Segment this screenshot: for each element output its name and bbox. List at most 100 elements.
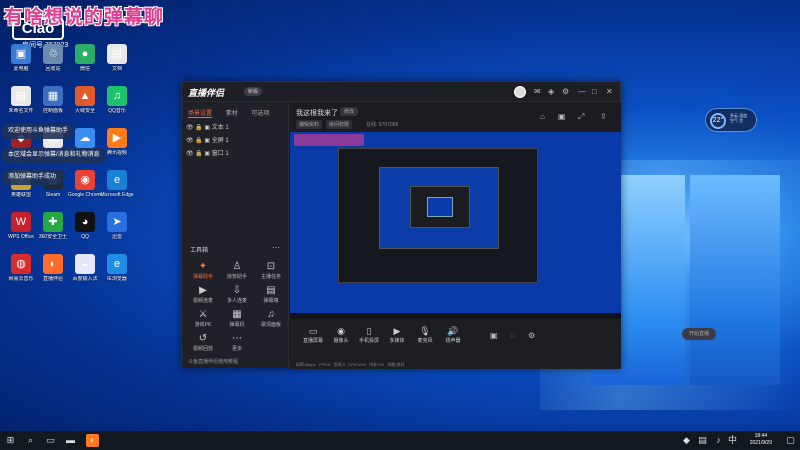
file-explorer-icon[interactable]: ▬: [64, 434, 77, 447]
toolbox-item[interactable]: ▤ 弹幕墙: [256, 284, 286, 304]
profile-badge[interactable]: 编辑资料: [296, 120, 323, 129]
button-label: 直播屏幕: [302, 338, 323, 344]
network-icon[interactable]: ▤: [696, 434, 709, 447]
desktop-icon[interactable]: ♲ 回收站: [36, 44, 70, 86]
desktop-icon[interactable]: ▤ 未命名文件: [4, 86, 38, 128]
tutorial-link[interactable]: 斗鱼直播伴侣使用教程: [188, 358, 238, 365]
desktop-icon[interactable]: e Microsoft Edge: [100, 170, 134, 212]
weather-widget[interactable]: 22° 多云 湿度 空气 良: [705, 108, 757, 132]
gift-icon[interactable]: ⌂: [540, 112, 545, 121]
app-glyph-icon: ▤: [11, 86, 31, 106]
share-icon[interactable]: ⇪: [600, 112, 607, 121]
desktop-icon-label: 回收站: [45, 66, 61, 72]
system-clock[interactable]: 18:44 2021/9/29: [750, 433, 772, 447]
start-live-button[interactable]: 开始直播: [682, 328, 716, 340]
app-glyph-icon: e: [107, 170, 127, 190]
live-companion-window: 直播伴侣 新版 ✉ ◈ ⚙ — □ ✕ 场景设置 素材 可选项 👁 🔒 ▣ 文本…: [181, 81, 716, 369]
nested-window-level-1: [338, 148, 538, 283]
edit-title-button[interactable]: 修改: [340, 107, 359, 116]
expand-icon[interactable]: ⤢: [578, 112, 584, 122]
maximize-icon[interactable]: □: [592, 87, 597, 96]
desktop-icon-label: 微信: [79, 66, 90, 72]
media-button[interactable]: ▶ 多媒体: [384, 325, 410, 344]
online-count: 在线: 9767058: [366, 122, 399, 128]
play-icon: ▶: [393, 326, 401, 336]
app-glyph-icon: ☁: [75, 128, 95, 148]
toolbox-item[interactable]: ↺ 视频回放: [188, 332, 218, 352]
toolbox-item[interactable]: ⇩ 多人连麦: [222, 284, 252, 304]
desktop-icon[interactable]: ▶ 腾讯视频: [100, 128, 134, 170]
version-badge[interactable]: 新版: [244, 87, 263, 96]
tab-material[interactable]: 素材: [226, 111, 238, 117]
nested-window-level-2: [379, 167, 499, 249]
desktop-icon[interactable]: ▣ 此电脑: [4, 44, 38, 86]
microphone-icon: 🎙: [419, 326, 431, 336]
speaker-button[interactable]: 🔊 扬声器: [440, 325, 466, 344]
stream-preview[interactable]: [290, 132, 621, 319]
desktop-icon[interactable]: ♫ QQ音乐: [100, 86, 134, 128]
gear-icon[interactable]: ⚙: [528, 331, 535, 340]
toolbox-item[interactable]: ♫ 歌词面板: [256, 308, 286, 328]
desktop-icon-label: Microsoft Edge: [100, 192, 134, 198]
tool-icon: ⚔: [198, 309, 208, 320]
desktop-icon[interactable]: ✚ 360安全卫士: [36, 212, 70, 254]
desktop-icon[interactable]: ◕ QQ: [68, 212, 102, 254]
cpu-status: CPU:12%: [348, 362, 366, 367]
desktop-icon[interactable]: ● 微信: [68, 44, 102, 86]
source-item[interactable]: 👁 🔒 ▣ 全屏 1: [186, 135, 229, 144]
camera-button[interactable]: ◉ 摄像头: [328, 325, 354, 344]
source-item[interactable]: 👁 🔒 ▣ 窗口 1: [186, 148, 229, 157]
tool-label: 视频连麦: [192, 298, 213, 304]
desktop-icon[interactable]: ◉ Google Chrome: [68, 170, 102, 212]
source-item[interactable]: 👁 🔒 ▣ 文本 1: [186, 122, 229, 131]
lock-icon[interactable]: ▣: [558, 112, 566, 121]
speaker-icon: 🔊: [447, 326, 459, 336]
desktop-icon-label: 英雄联盟: [10, 192, 31, 198]
settings-icon[interactable]: ⚙: [562, 87, 569, 96]
toolbox-item[interactable]: ▶ 视频连麦: [188, 284, 218, 304]
search-icon[interactable]: ⌕: [24, 434, 37, 447]
close-icon[interactable]: ✕: [606, 87, 613, 96]
toolbox-item[interactable]: ⊡ 主播任务: [256, 260, 286, 280]
button-label: 扬声器: [445, 338, 461, 344]
phone-cast-button[interactable]: ▯ 手机投屏: [356, 325, 382, 344]
status-bar: 码率:0kbps FPS:0 丢帧:0 CPU:12% 内存:2% 网络:良好: [290, 361, 621, 369]
button-label: 麦克风: [417, 338, 433, 344]
tab-scene[interactable]: 场景设置: [188, 111, 213, 118]
toolbox-item[interactable]: ⋯ 更多: [222, 332, 252, 352]
toolbox-item[interactable]: ▦ 弹幕机: [222, 308, 252, 328]
permission-badge[interactable]: 房间权限: [326, 120, 353, 129]
windows-start-icon[interactable]: ⊞: [4, 434, 17, 447]
volume-icon[interactable]: ♪: [712, 434, 725, 447]
desktop-icon[interactable]: ◒ 百度输入法: [68, 254, 102, 296]
user-avatar[interactable]: [514, 86, 526, 98]
desktop-icon[interactable]: ▲ 火绒安全: [68, 86, 102, 128]
ime-icon[interactable]: 中: [726, 434, 739, 447]
record-icon[interactable]: ▣: [490, 331, 498, 340]
minimize-icon[interactable]: —: [578, 87, 586, 96]
notification-icon[interactable]: ▢: [784, 434, 797, 447]
toolbox-item[interactable]: ⚔ 游戏PK: [188, 308, 218, 328]
button-label: 手机投屏: [358, 338, 379, 344]
shield-icon[interactable]: ◆: [680, 434, 693, 447]
desktop-icon[interactable]: W WPS Office: [4, 212, 38, 254]
desktop-icon[interactable]: ◍ 网易云音乐: [4, 254, 38, 296]
toolbox-item[interactable]: ♙ 房管助手: [222, 260, 252, 280]
desktop-icon[interactable]: ▤ 文档: [100, 44, 134, 86]
app-glyph-icon: ▶: [107, 128, 127, 148]
desktop-icon[interactable]: ➤ 迅雷: [100, 212, 134, 254]
microphone-button[interactable]: 🎙 麦克风: [412, 325, 438, 344]
screen-capture-button[interactable]: ▭ 直播屏幕: [300, 325, 326, 344]
task-view-icon[interactable]: ▭: [44, 434, 57, 447]
desktop-icon[interactable]: e IE浏览器: [100, 254, 134, 296]
live-companion-taskbar-icon[interactable]: ◐: [86, 434, 99, 447]
room-title: 我这根我来了: [296, 110, 338, 117]
toolbox-item[interactable]: ✦ 弹幕助手: [188, 260, 218, 280]
mail-icon[interactable]: ✉: [534, 87, 541, 96]
desktop-icon[interactable]: ◐ 直播伴侣: [36, 254, 70, 296]
skin-icon[interactable]: ◈: [548, 87, 554, 96]
toolbox-more-icon[interactable]: ⋯: [272, 243, 280, 252]
tab-options[interactable]: 可选项: [251, 111, 269, 117]
link-icon[interactable]: ◌: [510, 331, 515, 340]
desktop-icon[interactable]: ▦ 控制面板: [36, 86, 70, 128]
